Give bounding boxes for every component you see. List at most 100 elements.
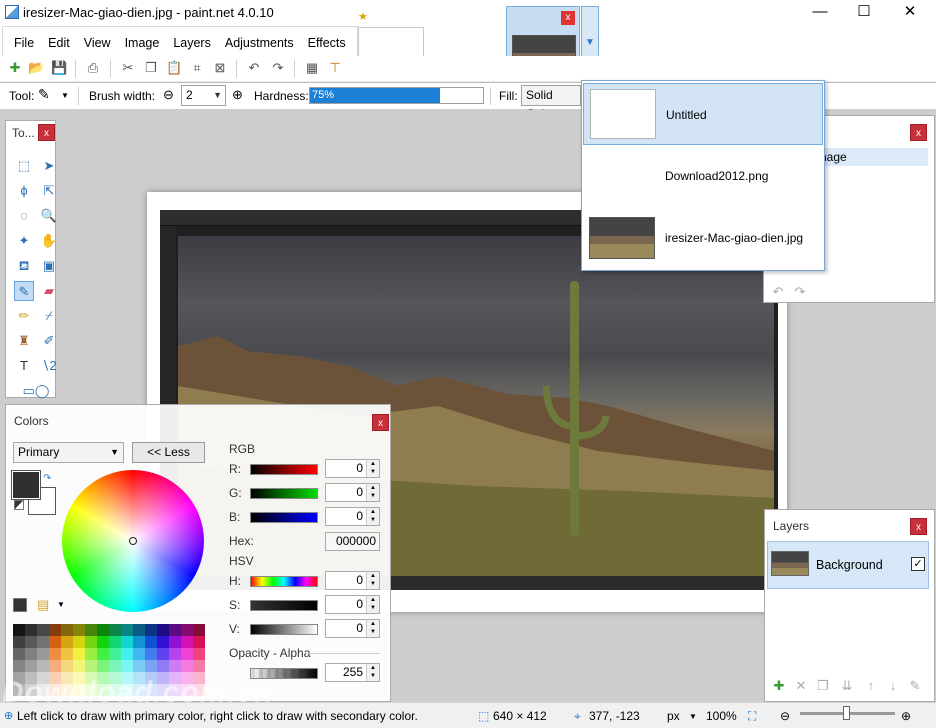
value-spin[interactable]: 0 ▲ ▼: [325, 619, 380, 638]
value-slider[interactable]: [250, 624, 318, 635]
paintbrush-icon[interactable]: ✎: [38, 86, 50, 103]
open-icon[interactable]: 📂: [28, 60, 44, 76]
palette-swatch[interactable]: [193, 648, 205, 660]
palette-swatch[interactable]: [37, 624, 49, 636]
palette-swatch[interactable]: [49, 660, 61, 672]
magic-wand-icon[interactable]: ✦: [14, 231, 34, 251]
clone-stamp-icon[interactable]: ♜: [14, 331, 34, 351]
eraser-icon[interactable]: ▰: [39, 281, 59, 301]
reset-colors-icon[interactable]: [14, 500, 24, 510]
close-layers-icon[interactable]: x: [910, 518, 927, 535]
palette-swatch[interactable]: [157, 636, 169, 648]
redo-history-icon[interactable]: ↷: [790, 282, 810, 302]
zoom-in-icon[interactable]: ⊕: [901, 709, 911, 723]
menu-image[interactable]: Image: [118, 27, 167, 56]
red-slider[interactable]: [250, 464, 318, 475]
saturation-spin[interactable]: 0 ▲ ▼: [325, 595, 380, 614]
green-slider[interactable]: [250, 488, 318, 499]
undo-history-icon[interactable]: ↶: [768, 282, 788, 302]
palette-swatch[interactable]: [145, 636, 157, 648]
hue-spin[interactable]: 0 ▲ ▼: [325, 571, 380, 590]
palette-swatch[interactable]: [73, 636, 85, 648]
menu-file[interactable]: File: [7, 27, 41, 56]
palette-swatch[interactable]: [37, 660, 49, 672]
palette-swatch[interactable]: [157, 660, 169, 672]
menu-view[interactable]: View: [77, 27, 118, 56]
save-icon[interactable]: 💾: [51, 60, 67, 76]
close-tools-icon[interactable]: x: [38, 124, 55, 141]
color-picker-icon[interactable]: ⌿: [39, 306, 59, 326]
palette-swatch[interactable]: [169, 624, 181, 636]
green-spin[interactable]: 0 ▲ ▼: [325, 483, 380, 502]
primary-color-swatch[interactable]: [11, 470, 41, 500]
palette-swatch[interactable]: [157, 648, 169, 660]
palette-swatch[interactable]: [121, 660, 133, 672]
palette-swatch[interactable]: [13, 624, 25, 636]
palette-swatch[interactable]: [181, 660, 193, 672]
chevron-down-icon[interactable]: ▼: [57, 600, 65, 609]
palette-swatch[interactable]: [121, 648, 133, 660]
palette-swatch[interactable]: [193, 660, 205, 672]
palette-swatch[interactable]: [49, 648, 61, 660]
increase-width-icon[interactable]: ⊕: [232, 87, 243, 103]
chevron-down-icon[interactable]: ▼: [689, 712, 697, 721]
move-down-icon[interactable]: ↓: [883, 676, 903, 696]
palette-swatch[interactable]: [73, 648, 85, 660]
close-colors-icon[interactable]: x: [372, 414, 389, 431]
add-layer-icon[interactable]: ✚: [769, 676, 789, 696]
new-icon[interactable]: ✚: [7, 60, 23, 76]
palette-swatch[interactable]: [145, 660, 157, 672]
palette-swatch[interactable]: [37, 648, 49, 660]
primary-secondary-select[interactable]: Primary ▼: [13, 442, 124, 463]
paint-bucket-icon[interactable]: ⛾: [14, 256, 34, 276]
blue-spin[interactable]: 0 ▲ ▼: [325, 507, 380, 526]
hardness-slider[interactable]: 75%: [309, 87, 484, 104]
palette-swatch[interactable]: [61, 624, 73, 636]
blue-slider[interactable]: [250, 512, 318, 523]
paste-icon[interactable]: 📋: [166, 60, 182, 76]
palette-swatch[interactable]: [25, 648, 37, 660]
palette-swatch[interactable]: [13, 660, 25, 672]
duplicate-layer-icon[interactable]: ❐: [813, 676, 833, 696]
palette-swatch[interactable]: [25, 636, 37, 648]
palette-swatch[interactable]: [97, 636, 109, 648]
copy-icon[interactable]: ❐: [143, 60, 159, 76]
chevron-down-icon[interactable]: ▼: [61, 91, 69, 100]
palette-swatch[interactable]: [85, 648, 97, 660]
palette-swatch[interactable]: [109, 636, 121, 648]
zoom-to-window-icon[interactable]: ⛶: [748, 709, 756, 724]
print-icon[interactable]: ⎙: [85, 60, 101, 76]
layer-visibility-checkbox[interactable]: ✓: [911, 557, 925, 571]
palette-swatch[interactable]: [97, 648, 109, 660]
less-button[interactable]: << Less: [132, 442, 205, 463]
line-curve-icon[interactable]: ∖2: [39, 356, 59, 376]
palette-swatch[interactable]: [61, 660, 73, 672]
menu-layers[interactable]: Layers: [166, 27, 218, 56]
cut-icon[interactable]: ✂: [120, 60, 136, 76]
palette-swatch[interactable]: [157, 624, 169, 636]
spin-arrows-icon[interactable]: ▲ ▼: [366, 596, 379, 613]
gradient-icon[interactable]: ▣: [39, 256, 59, 276]
palette-swatch[interactable]: [49, 636, 61, 648]
image-list-item[interactable]: Untitled: [583, 83, 823, 145]
recolor-icon[interactable]: ✐: [39, 331, 59, 351]
menu-edit[interactable]: Edit: [41, 27, 77, 56]
fill-combo[interactable]: Solid Colo: [521, 85, 581, 121]
palette-swatch[interactable]: [109, 624, 121, 636]
palette-swatch[interactable]: [133, 648, 145, 660]
crop-icon[interactable]: ⌗: [189, 60, 205, 76]
palette-swatch[interactable]: [73, 624, 85, 636]
deselect-icon[interactable]: ⊠: [212, 60, 228, 76]
palette-swatch[interactable]: [181, 636, 193, 648]
palette-swatch[interactable]: [133, 660, 145, 672]
zoom-icon[interactable]: 🔍: [39, 206, 59, 226]
merge-down-icon[interactable]: ⇊: [837, 676, 857, 696]
move-selected-icon[interactable]: ⇱: [39, 181, 59, 201]
delete-layer-icon[interactable]: ✕: [791, 676, 811, 696]
palette-swatch[interactable]: [85, 636, 97, 648]
palette-swatch[interactable]: [121, 636, 133, 648]
palette-swatch[interactable]: [25, 660, 37, 672]
palette-menu-icon[interactable]: ▤: [37, 597, 49, 613]
decrease-width-icon[interactable]: ⊖: [163, 87, 174, 103]
palette-swatch[interactable]: [181, 648, 193, 660]
